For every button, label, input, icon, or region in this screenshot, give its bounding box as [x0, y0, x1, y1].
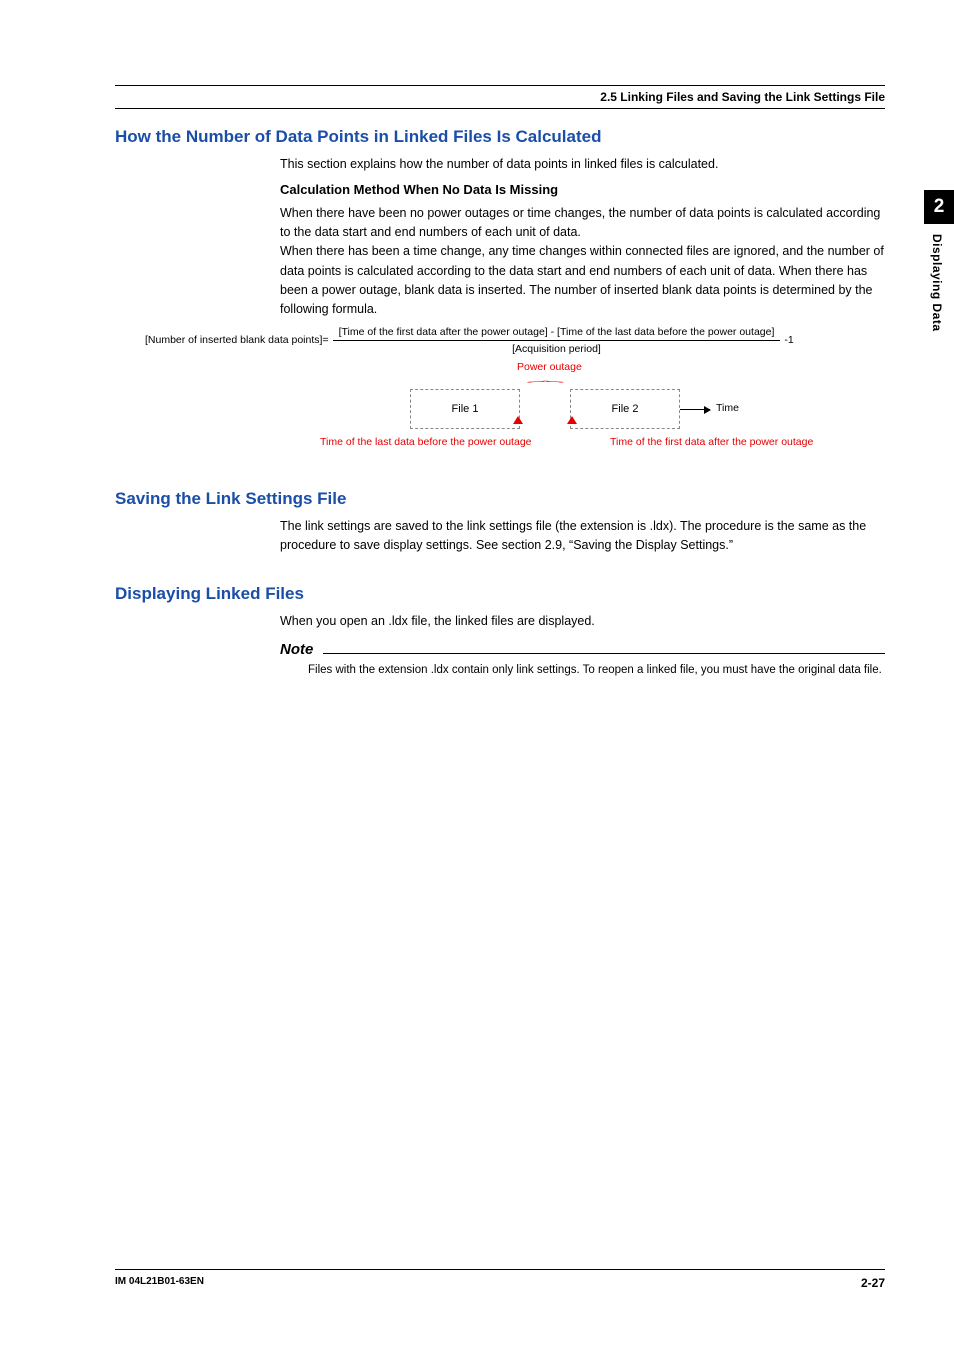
chapter-number-badge: 2: [924, 190, 954, 224]
formula-denominator: [Acquisition period]: [512, 341, 601, 355]
subheading-method: Calculation Method When No Data Is Missi…: [280, 180, 885, 200]
page-number: 2-27: [861, 1276, 885, 1290]
heading-displaying: Displaying Linked Files: [115, 584, 885, 604]
power-outage-diagram: Power outage ⏞ File 1 File 2 Time Time o…: [280, 361, 840, 461]
chapter-label: Displaying Data: [924, 224, 950, 342]
note-rule-line: [323, 653, 885, 654]
label-power-outage: Power outage: [517, 361, 582, 373]
formula-lhs: [Number of inserted blank data points]=: [145, 334, 329, 346]
formula-tail: -1: [784, 334, 793, 346]
doc-id: IM 04L21B01-63EN: [115, 1276, 204, 1290]
label-time-after: Time of the first data after the power o…: [610, 436, 813, 448]
formula-fraction: [Time of the first data after the power …: [333, 326, 781, 355]
heading-saving: Saving the Link Settings File: [115, 489, 885, 509]
note-label: Note: [280, 641, 319, 658]
paragraph-no-outage: When there have been no power outages or…: [280, 204, 885, 243]
label-time-before: Time of the last data before the power o…: [320, 436, 532, 448]
paragraph-time-change: When there has been a time change, any t…: [280, 242, 885, 320]
top-rule: [115, 85, 885, 86]
file2-box: File 2: [570, 389, 680, 429]
curly-brace-icon: ⏞: [526, 380, 564, 391]
formula-numerator: [Time of the first data after the power …: [333, 326, 781, 341]
breadcrumb: 2.5 Linking Files and Saving the Link Se…: [115, 90, 885, 109]
heading-calculation: How the Number of Data Points in Linked …: [115, 127, 885, 147]
chapter-side-tab: 2 Displaying Data: [924, 190, 954, 342]
marker-before-icon: [513, 416, 523, 424]
file1-box: File 1: [410, 389, 520, 429]
intro-text: This section explains how the number of …: [280, 155, 885, 174]
marker-after-icon: [567, 416, 577, 424]
page-footer: IM 04L21B01-63EN 2-27: [115, 1269, 885, 1290]
formula: [Number of inserted blank data points]= …: [145, 326, 885, 355]
label-time: Time: [716, 402, 739, 414]
note-body: Files with the extension .ldx contain on…: [280, 658, 885, 680]
saving-body: The link settings are saved to the link …: [280, 517, 885, 556]
time-arrow-icon: [680, 409, 710, 410]
displaying-body: When you open an .ldx file, the linked f…: [280, 612, 885, 631]
note-block: Note Files with the extension .ldx conta…: [280, 641, 885, 680]
